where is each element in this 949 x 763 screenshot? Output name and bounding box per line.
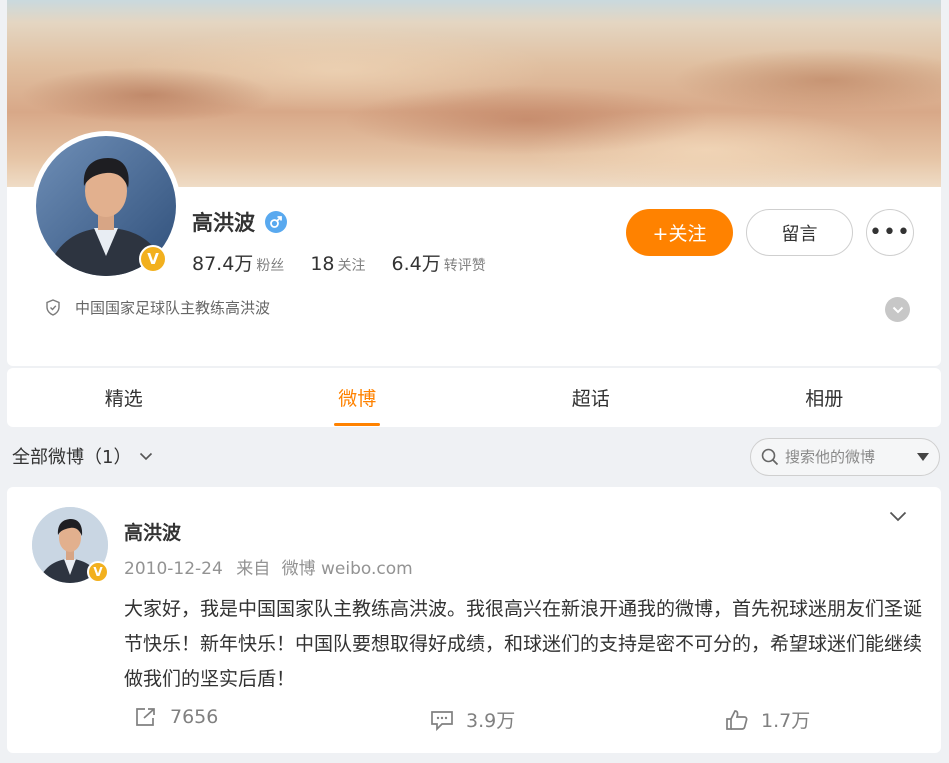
caret-down-icon[interactable] bbox=[917, 453, 929, 461]
chevron-down-icon bbox=[892, 306, 903, 313]
male-icon bbox=[265, 211, 287, 233]
verified-badge-icon: V bbox=[139, 245, 167, 273]
stat-label: 关注 bbox=[337, 258, 366, 274]
follow-button[interactable]: +关注 bbox=[626, 209, 733, 256]
tab-supertopic[interactable]: 超话 bbox=[474, 368, 708, 427]
post-source[interactable]: 微博 weibo.com bbox=[282, 559, 413, 579]
profile-stats: 87.4万 粉丝 18 关注 6.4万 转评赞 bbox=[192, 249, 512, 276]
post-date[interactable]: 2010-12-24 bbox=[124, 559, 223, 579]
shield-icon bbox=[46, 299, 60, 316]
like-count: 1.7万 bbox=[761, 710, 811, 732]
repost-button[interactable]: 7656 bbox=[134, 706, 218, 728]
profile-name: 高洪波 bbox=[192, 211, 255, 235]
post-actions: 7656 3.9万 1.7万 bbox=[7, 706, 941, 742]
search-input[interactable] bbox=[785, 448, 900, 466]
post-menu-button[interactable] bbox=[889, 507, 907, 526]
comment-button[interactable]: 3.9万 bbox=[430, 706, 515, 733]
stat-value: 18 bbox=[310, 253, 335, 275]
verified-badge-icon: V bbox=[87, 561, 109, 583]
stat-engagement[interactable]: 6.4万 转评赞 bbox=[392, 249, 486, 276]
profile-card: V 高洪波 87.4万 粉丝 18 关注 6.4万 转评赞 +关注 留言 •••… bbox=[7, 0, 941, 366]
post-text: 大家好，我是中国国家队主教练高洪波。我很高兴在新浪开通我的微博，首先祝球迷朋友们… bbox=[124, 598, 923, 690]
like-button[interactable]: 1.7万 bbox=[725, 706, 810, 733]
post-meta: 2010-12-24 来自 微博 weibo.com bbox=[124, 554, 413, 579]
stat-value: 6.4万 bbox=[391, 253, 441, 275]
chevron-down-icon bbox=[889, 511, 907, 522]
tab-album[interactable]: 相册 bbox=[708, 368, 942, 427]
profile-tabs: 精选 微博 超话 相册 bbox=[7, 368, 941, 427]
expand-details-button[interactable] bbox=[885, 297, 910, 322]
profile-name-row: 高洪波 bbox=[192, 207, 287, 237]
message-button[interactable]: 留言 bbox=[746, 209, 853, 256]
stat-following[interactable]: 18 关注 bbox=[310, 253, 365, 275]
stat-label: 粉丝 bbox=[256, 258, 285, 274]
post-card: V 高洪波 2010-12-24 来自 微博 weibo.com 大家好，我是中… bbox=[7, 487, 941, 753]
comment-count: 3.9万 bbox=[466, 710, 516, 732]
post-filter-dropdown[interactable]: 全部微博（1） bbox=[12, 443, 153, 469]
repost-icon bbox=[136, 708, 155, 726]
stat-label: 转评赞 bbox=[443, 258, 486, 274]
tab-featured[interactable]: 精选 bbox=[7, 368, 241, 427]
profile-description-row: 中国国家足球队主教练高洪波 bbox=[45, 297, 270, 318]
weibo-profile-page: V 高洪波 87.4万 粉丝 18 关注 6.4万 转评赞 +关注 留言 •••… bbox=[0, 0, 949, 763]
comment-icon bbox=[431, 710, 453, 731]
post-author-name[interactable]: 高洪波 bbox=[124, 518, 181, 545]
post-source-prefix: 来自 bbox=[236, 559, 271, 579]
more-dots-icon: ••• bbox=[869, 219, 911, 245]
stat-value: 87.4万 bbox=[192, 253, 254, 275]
search-posts-box[interactable] bbox=[750, 438, 940, 476]
tab-weibo[interactable]: 微博 bbox=[241, 368, 475, 427]
filter-label: 全部微博（1） bbox=[12, 447, 132, 468]
thumbs-up-icon bbox=[726, 709, 748, 730]
profile-description: 中国国家足球队主教练高洪波 bbox=[75, 299, 271, 317]
search-icon bbox=[761, 448, 779, 466]
chevron-down-icon bbox=[139, 452, 153, 461]
repost-count: 7656 bbox=[170, 706, 219, 728]
stat-followers[interactable]: 87.4万 粉丝 bbox=[192, 249, 284, 276]
more-options-button[interactable]: ••• bbox=[866, 209, 914, 256]
